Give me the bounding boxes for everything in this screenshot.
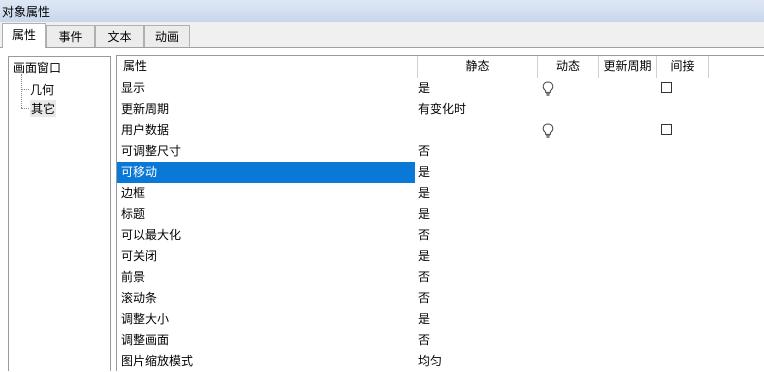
property-static-value[interactable]: 是 [418, 246, 538, 267]
property-static-value[interactable]: 均匀 [418, 351, 538, 372]
property-name: 可关闭 [121, 249, 158, 263]
tree-connector [21, 89, 29, 90]
property-row[interactable]: 可关闭 是 [117, 246, 764, 267]
property-row[interactable]: 前景 否 [117, 267, 764, 288]
property-name: 可调整尺寸 [121, 144, 182, 158]
property-row[interactable]: 可移动是 [117, 162, 764, 183]
property-row[interactable]: 标题 是 [117, 204, 764, 225]
property-name: 可移动 [117, 162, 415, 183]
lightbulb-icon[interactable] [542, 123, 554, 138]
property-row[interactable]: 更新周期 有变化时 [117, 99, 764, 120]
property-row[interactable]: 图片缩放模式 均匀 [117, 351, 764, 372]
window-title: 对象属性 [2, 5, 51, 19]
property-name: 滚动条 [121, 291, 158, 305]
tree-connector [21, 74, 22, 108]
property-static-value[interactable]: 否 [418, 330, 538, 351]
property-static-value[interactable]: 是 [418, 309, 538, 330]
indirect-checkbox[interactable] [661, 82, 672, 93]
column-header-dynamic[interactable]: 动态 [538, 56, 599, 78]
property-static-value[interactable] [418, 120, 538, 141]
lightbulb-icon[interactable] [542, 81, 554, 96]
tree-item-geometry[interactable]: 几何 [30, 81, 54, 98]
tree-item-other[interactable]: 其它 [30, 100, 57, 117]
tab-properties[interactable]: 属性 [2, 23, 46, 48]
property-name: 调整画面 [121, 333, 170, 347]
indirect-checkbox[interactable] [661, 124, 672, 135]
property-static-value[interactable]: 否 [418, 267, 538, 288]
tab-bar: 属性 事件 文本 动画 [0, 22, 764, 48]
properties-panel: 画面窗口 几何 其它 属性 静态 动态 更新周期 间接 显示是更新周期 有变化时用… [0, 48, 764, 371]
property-static-value[interactable]: 有变化时 [418, 99, 538, 120]
property-static-value[interactable]: 是 [418, 183, 538, 204]
column-header-property[interactable]: 属性 [117, 56, 418, 78]
property-name: 边框 [121, 186, 146, 200]
property-row[interactable]: 可调整尺寸 否 [117, 141, 764, 162]
column-header-indirect[interactable]: 间接 [657, 56, 709, 78]
property-grid: 属性 静态 动态 更新周期 间接 显示是更新周期 有变化时 用户数据 可调整尺寸否可移… [116, 55, 764, 371]
property-name: 前景 [121, 270, 146, 284]
tree-connector [21, 108, 29, 109]
column-header-update-cycle[interactable]: 更新周期 [599, 56, 657, 78]
property-row[interactable]: 调整画面 否 [117, 330, 764, 351]
tab-animation[interactable]: 动画 [144, 25, 190, 47]
property-static-value[interactable]: 否 [418, 225, 538, 246]
tab-events[interactable]: 事件 [46, 25, 95, 47]
property-row[interactable]: 用户数据 [117, 120, 764, 141]
property-row[interactable]: 可以最大化 否 [117, 225, 764, 246]
title-bar: 对象属性 [0, 0, 764, 23]
property-name: 调整大小 [121, 312, 170, 326]
property-name: 用户数据 [121, 123, 170, 137]
tab-text[interactable]: 文本 [95, 25, 144, 47]
property-static-value[interactable]: 是 [418, 162, 538, 183]
property-name: 更新周期 [121, 102, 170, 116]
property-static-value[interactable]: 否 [418, 288, 538, 309]
property-static-value[interactable]: 是 [418, 78, 538, 99]
property-name: 显示 [121, 81, 146, 95]
property-name: 标题 [121, 207, 146, 221]
property-row[interactable]: 边框 是 [117, 183, 764, 204]
grid-header: 属性 静态 动态 更新周期 间接 [117, 56, 764, 78]
column-header-static[interactable]: 静态 [418, 56, 538, 78]
property-row[interactable]: 显示 是 [117, 78, 764, 99]
property-name: 图片缩放模式 [121, 354, 194, 368]
object-tree: 画面窗口 几何 其它 [8, 56, 111, 371]
property-row[interactable]: 调整大小 是 [117, 309, 764, 330]
property-row[interactable]: 滚动条 否 [117, 288, 764, 309]
property-static-value[interactable]: 是 [418, 204, 538, 225]
property-static-value[interactable]: 否 [418, 141, 538, 162]
property-name: 可以最大化 [121, 228, 182, 242]
